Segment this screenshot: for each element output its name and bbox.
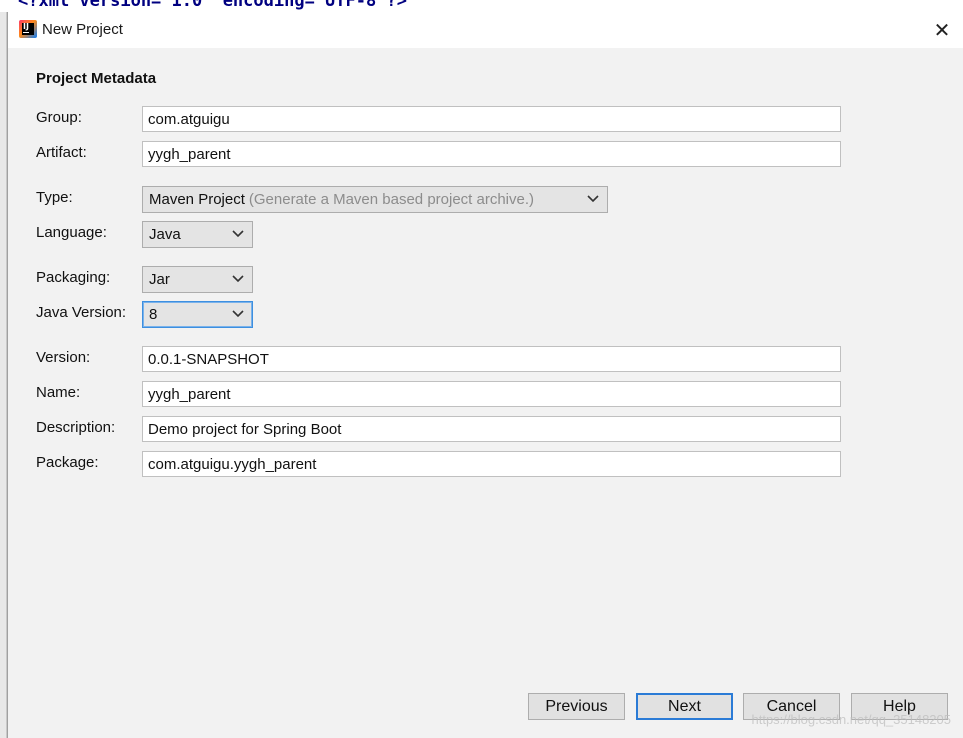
- type-dropdown[interactable]: Maven Project (Generate a Maven based pr…: [142, 186, 608, 213]
- chevron-down-icon: [587, 195, 599, 203]
- group-label: Group:: [36, 109, 82, 126]
- window-title: New Project: [42, 21, 123, 38]
- artifact-field[interactable]: [142, 141, 841, 167]
- version-label: Version:: [36, 349, 91, 366]
- type-value: Maven Project: [149, 191, 245, 208]
- java-version-dropdown[interactable]: 8: [142, 301, 253, 328]
- next-button[interactable]: Next: [636, 693, 733, 720]
- type-hint: (Generate a Maven based project archive.…: [248, 191, 535, 208]
- description-field[interactable]: [142, 416, 841, 442]
- xml-declaration-line: <?xml version="1.0" encoding="UTF-8"?>: [18, 0, 407, 11]
- name-field[interactable]: [142, 381, 841, 407]
- group-field[interactable]: [142, 106, 841, 132]
- editor-gutter: [0, 12, 7, 738]
- package-field[interactable]: [142, 451, 841, 477]
- new-project-dialog: IJ New Project ✕ Project Metadata Group:…: [7, 12, 963, 738]
- language-dropdown[interactable]: Java: [142, 221, 253, 248]
- chevron-down-icon: [232, 310, 244, 318]
- chevron-down-icon: [232, 230, 244, 238]
- watermark: https://blog.csdn.net/qq_35148205: [751, 712, 952, 727]
- close-icon[interactable]: ✕: [928, 16, 956, 44]
- description-label: Description:: [36, 419, 116, 436]
- type-label: Type:: [36, 189, 73, 206]
- intellij-app-icon: IJ: [19, 20, 37, 38]
- previous-button[interactable]: Previous: [528, 693, 625, 720]
- name-label: Name:: [36, 384, 81, 401]
- java-version-label: Java Version:: [36, 304, 127, 321]
- artifact-label: Artifact:: [36, 144, 87, 161]
- chevron-down-icon: [232, 275, 244, 283]
- packaging-dropdown[interactable]: Jar: [142, 266, 253, 293]
- version-field[interactable]: [142, 346, 841, 372]
- title-bar: IJ New Project ✕: [8, 12, 963, 48]
- language-value: Java: [149, 226, 181, 243]
- package-label: Package:: [36, 454, 99, 471]
- java-version-value: 8: [149, 306, 158, 323]
- intellij-logo-letters: IJ: [23, 22, 29, 31]
- language-label: Language:: [36, 224, 107, 241]
- packaging-label: Packaging:: [36, 269, 111, 286]
- packaging-value: Jar: [149, 271, 170, 288]
- background-editor: <?xml version="1.0" encoding="UTF-8"?>: [0, 0, 963, 12]
- section-title: Project Metadata: [36, 70, 157, 87]
